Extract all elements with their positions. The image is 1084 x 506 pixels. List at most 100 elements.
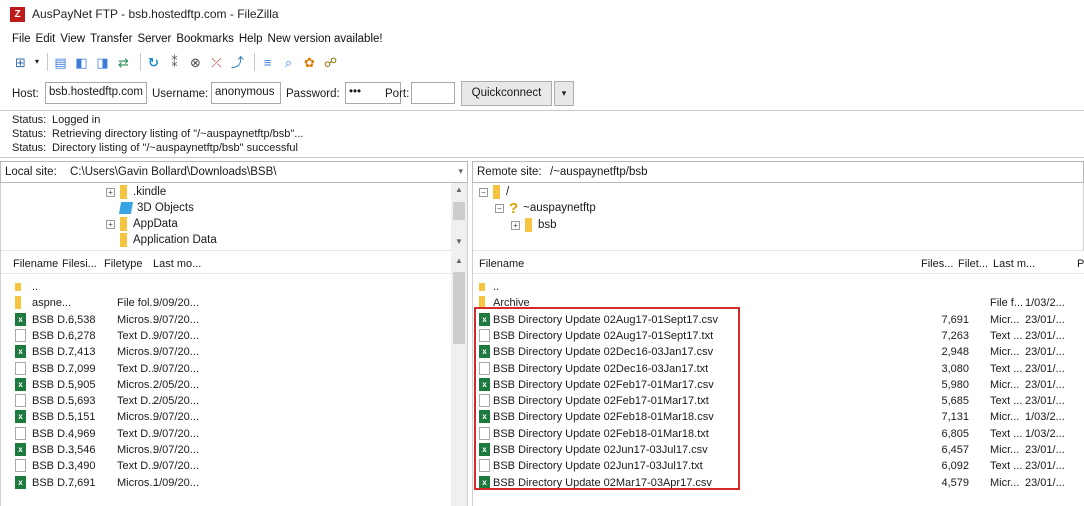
file-row[interactable]: BSB Directory Update 02Dec16-03Jan17.txt…: [473, 361, 1084, 377]
collapse-icon[interactable]: −: [495, 203, 504, 213]
excel-csv-icon: x: [479, 312, 490, 326]
remote-list-header: Filename Files... Filet... Last m... P: [473, 250, 1084, 274]
process-queue-icon[interactable]: ⁑: [166, 54, 183, 71]
folder-icon: [525, 218, 532, 232]
file-row[interactable]: BSB Directory Update 02Feb17-01Mar17.txt…: [473, 393, 1084, 409]
expand-icon[interactable]: +: [106, 219, 115, 229]
collapse-icon[interactable]: −: [479, 187, 488, 197]
file-size: 5,905: [68, 378, 96, 391]
menu-new-version[interactable]: New version available!: [268, 33, 383, 45]
scroll-thumb[interactable]: [453, 202, 465, 220]
file-modified: 9/07/20...: [153, 346, 199, 359]
menu-view[interactable]: View: [60, 33, 85, 45]
file-row[interactable]: BSB Directory Update 02Feb18-01Mar18.txt…: [473, 426, 1084, 442]
menu-help[interactable]: Help: [239, 33, 263, 45]
local-list-header: Filename Filesi... Filetype Last mo...: [1, 250, 467, 274]
tree-node-kindle[interactable]: + .kindle: [106, 184, 166, 200]
file-row[interactable]: x BSB Directory Update 02Feb17-01Mar17.cs…: [473, 377, 1084, 393]
file-row[interactable]: x BSB D... 5,151 Micros... 9/07/20...: [1, 409, 467, 425]
local-site-dropdown-icon[interactable]: ▾: [458, 166, 463, 177]
file-row[interactable]: x BSB D... 7,691 Micros... 1/09/20...: [1, 475, 467, 491]
folder-icon: [120, 185, 127, 199]
dir-comparison-icon[interactable]: ⌕: [280, 54, 297, 71]
local-list-scrollbar[interactable]: ▲: [451, 250, 467, 506]
file-modified: 9/07/20...: [153, 444, 199, 456]
scroll-thumb[interactable]: [453, 272, 465, 344]
file-row[interactable]: BSB D... 5,693 Text D... 2/05/20...: [1, 393, 467, 409]
remote-site-path[interactable]: /~auspaynetftp/bsb: [550, 166, 648, 178]
tree-node-bsb[interactable]: + bsb: [511, 217, 557, 233]
toggle-transfer-queue-icon[interactable]: ⇄: [115, 54, 132, 71]
menu-server[interactable]: Server: [137, 33, 171, 45]
disconnect-icon[interactable]: ⤫: [208, 54, 225, 71]
column-last-modified[interactable]: Last mo...: [153, 258, 201, 270]
file-row[interactable]: BSB D... 7,099 Text D... 9/07/20...: [1, 361, 467, 377]
column-filesize[interactable]: Filesi...: [62, 258, 97, 270]
file-size: 6,457: [941, 444, 969, 456]
file-row[interactable]: aspne... File fol... 9/09/20...: [1, 295, 467, 311]
local-tree-scrollbar[interactable]: ▲ ▼: [451, 183, 467, 250]
username-input[interactable]: anonymous: [211, 82, 281, 104]
file-row[interactable]: x BSB D... 6,538 Micros... 9/07/20...: [1, 312, 467, 328]
file-name: BSB Directory Update 02Feb18-01Mar18.txt: [493, 427, 709, 440]
column-filetype[interactable]: Filetype: [104, 258, 143, 270]
file-row[interactable]: ..: [1, 279, 467, 295]
directory-filter-icon[interactable]: ≡: [259, 54, 276, 71]
file-row[interactable]: x BSB Directory Update 02Dec16-03Jan17.cs…: [473, 344, 1084, 360]
file-row[interactable]: ..: [473, 279, 1084, 295]
expand-icon[interactable]: +: [511, 220, 520, 230]
menu-file[interactable]: File: [12, 33, 31, 45]
file-row[interactable]: x BSB Directory Update 02Aug17-01Sept17.c…: [473, 312, 1084, 328]
column-filesize[interactable]: Files...: [921, 258, 953, 270]
column-filename[interactable]: Filename: [479, 258, 524, 270]
sync-browsing-icon[interactable]: ✿: [301, 54, 318, 71]
menu-edit[interactable]: Edit: [36, 33, 56, 45]
toggle-local-tree-icon[interactable]: ◧: [73, 54, 90, 71]
tree-node-root[interactable]: − /: [479, 184, 509, 200]
scroll-up-icon[interactable]: ▲: [451, 185, 467, 194]
file-row[interactable]: BSB D... 4,969 Text D... 9/07/20...: [1, 426, 467, 442]
site-manager-dropdown-icon[interactable]: ▾: [33, 54, 41, 71]
menu-bookmarks[interactable]: Bookmarks: [176, 33, 234, 45]
file-row[interactable]: Archive File f... 1/03/2...: [473, 295, 1084, 311]
tree-node-auspaynetftp[interactable]: − ? ~auspaynetftp: [495, 200, 596, 217]
column-last-modified[interactable]: Last m...: [993, 258, 1035, 270]
column-permissions[interactable]: P: [1077, 258, 1084, 270]
log-line: Status: Retrieving directory listing of "…: [12, 128, 304, 140]
menu-transfer[interactable]: Transfer: [90, 33, 132, 45]
column-filename[interactable]: Filename: [13, 258, 58, 270]
refresh-icon[interactable]: ↻: [145, 54, 162, 71]
file-size: 6,092: [941, 460, 969, 473]
tree-node-appdata[interactable]: + AppData: [106, 216, 178, 232]
toggle-message-log-icon[interactable]: ▤: [52, 54, 69, 71]
cancel-operation-icon[interactable]: ⊗: [187, 54, 204, 71]
scroll-down-icon[interactable]: ▼: [451, 237, 467, 246]
expand-icon[interactable]: +: [106, 187, 115, 197]
local-site-path[interactable]: C:\Users\Gavin Bollard\Downloads\BSB\: [70, 166, 276, 178]
search-files-icon[interactable]: ☍: [322, 54, 339, 71]
file-row[interactable]: BSB D... 6,278 Text D... 9/07/20...: [1, 328, 467, 344]
reconnect-icon[interactable]: ⤴: [229, 54, 246, 71]
port-input[interactable]: [411, 82, 455, 104]
excel-csv-icon: x: [15, 345, 26, 359]
file-size: 7,263: [941, 329, 969, 342]
file-name: ..: [32, 281, 39, 293]
toggle-remote-tree-icon[interactable]: ◨: [94, 54, 111, 71]
scroll-up-icon[interactable]: ▲: [451, 256, 467, 265]
file-row[interactable]: BSB Directory Update 02Aug17-01Sept17.tx…: [473, 328, 1084, 344]
tree-node-3d-objects[interactable]: 3D Objects: [118, 200, 194, 216]
file-row[interactable]: BSB D... 3,490 Text D... 9/07/20...: [1, 458, 467, 474]
column-filetype[interactable]: Filet...: [958, 258, 988, 270]
file-row[interactable]: x BSB Directory Update 02Jun17-03Jul17.cs…: [473, 442, 1084, 458]
file-row[interactable]: x BSB Directory Update 02Feb18-01Mar18.cs…: [473, 409, 1084, 425]
quickconnect-button[interactable]: Quickconnect: [461, 81, 552, 106]
file-row[interactable]: x BSB D... 5,905 Micros... 2/05/20...: [1, 377, 467, 393]
quickconnect-dropdown-icon[interactable]: ▾: [554, 81, 574, 106]
file-row[interactable]: x BSB D... 7,413 Micros... 9/07/20...: [1, 344, 467, 360]
file-row[interactable]: BSB Directory Update 02Jun17-03Jul17.txt…: [473, 458, 1084, 474]
tree-node-application-data[interactable]: Application Data: [120, 232, 217, 248]
site-manager-icon[interactable]: ⊞: [12, 54, 29, 71]
file-row[interactable]: x BSB D... 3,546 Micros... 9/07/20...: [1, 442, 467, 458]
file-row[interactable]: x BSB Directory Update 02Mar17-03Apr17.cs…: [473, 475, 1084, 491]
host-input[interactable]: bsb.hostedftp.com: [45, 82, 147, 104]
